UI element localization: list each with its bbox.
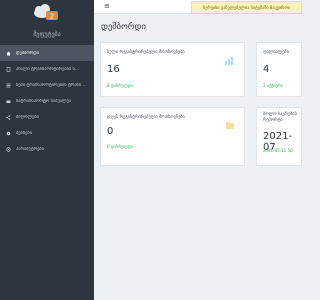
folder-icon — [225, 115, 235, 129]
sidebar: 2 შეფუტება დეშბორდი ახალი ტრანსპორტირები… — [0, 0, 94, 300]
chart-icon — [224, 51, 234, 65]
sidebar-item-label: ძებნები — [16, 130, 32, 136]
brand-label: შეფუტება — [33, 31, 61, 38]
card-subtext: 2021-07-11 50 — [263, 148, 293, 153]
stat-card-today-requests[interactable]: დღეს რეგისტრირებული მოთხოვნები 0 0 დასრუ… — [100, 107, 245, 166]
list-icon — [6, 83, 11, 88]
stat-card-branches[interactable]: ფილიალები 4 2 აქტიური — [256, 42, 302, 97]
svg-text:2: 2 — [50, 13, 54, 21]
card-title: ბოლო საკრების რეპორტი — [263, 112, 297, 123]
sidebar-item-search[interactable]: ძებნები — [0, 125, 94, 141]
stat-card-total-requests[interactable]: ხელი რეგისტრირებული მოთხოვნები 16 8 დასრ… — [100, 42, 245, 97]
sidebar-item-label: ახალი ტრანსპორტირების ს... — [16, 66, 80, 72]
card-value: 16 — [107, 64, 120, 75]
notice-banner: სერვისი განვლებულია სიტემაში 8აკუთხოი — [191, 1, 302, 14]
card-title: ხელი რეგისტრირებული მოთხოვნები — [107, 50, 185, 55]
sidebar-item-new-transport[interactable]: ახალი ტრანსპორტირების ს... — [0, 61, 94, 77]
sidebar-nav: დეშბორდი ახალი ტრანსპორტირების ს... ჩემი… — [0, 45, 94, 157]
sidebar-item-label: მძღოლები — [16, 114, 39, 120]
sidebar-item-vehicles[interactable]: სატრანსპორტო საშუალეა — [0, 93, 94, 109]
settings-icon — [6, 146, 11, 152]
card-value: 4 — [263, 64, 270, 75]
sidebar-item-my-transports[interactable]: ჩემი ტრანსპორტირების ტრანს... — [0, 77, 94, 93]
card-subtext: 0 დასრულდა — [107, 144, 134, 149]
sidebar-item-label: სატრანსპორტო საშუალეა — [16, 98, 72, 104]
card-subtext: 8 დასრულდა — [107, 83, 134, 88]
card-value: 0 — [107, 126, 114, 137]
card-title: ფილიალები — [263, 50, 289, 55]
sidebar-item-label: ჩემი ტრანსპორტირების ტრანს... — [16, 82, 86, 88]
page-title: დეშბორდი — [101, 22, 146, 32]
sidebar-item-settings[interactable]: პარამეტრები — [0, 141, 94, 157]
file-icon — [6, 66, 11, 72]
menu-toggle-button[interactable]: ≡ — [104, 2, 110, 10]
gear-icon — [6, 131, 11, 136]
home-icon — [6, 51, 11, 56]
share-icon — [6, 114, 11, 120]
sidebar-item-drivers[interactable]: მძღოლები — [0, 109, 94, 125]
card-subtext: 2 აქტიური — [263, 83, 283, 88]
stat-card-last-report[interactable]: ბოლო საკრების რეპორტი 2021-07 2021-07-11… — [256, 107, 302, 166]
card-title: დღეს რეგისტრირებული მოთხოვნები — [107, 115, 185, 120]
sidebar-item-label: დეშბორდი — [16, 50, 40, 56]
sidebar-item-label: პარამეტრები — [16, 146, 44, 152]
cloud-logo-icon: 2 — [31, 2, 61, 22]
truck-icon — [6, 99, 11, 104]
sidebar-item-dashboard[interactable]: დეშბორდი — [0, 45, 94, 61]
